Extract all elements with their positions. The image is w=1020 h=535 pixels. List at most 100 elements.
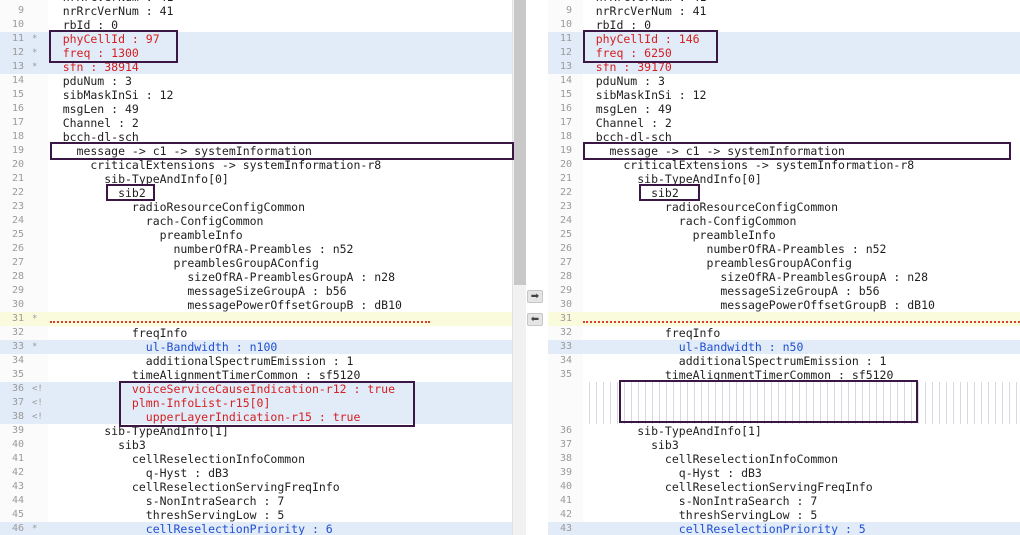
- code-line[interactable]: 14 pduNum : 3: [0, 74, 512, 88]
- line-number: 46: [11, 523, 24, 534]
- line-number: 25: [11, 229, 24, 240]
- code-line[interactable]: 29 messageSizeGroupA : b56: [0, 284, 512, 298]
- code-line[interactable]: 26 numberOfRA-Preambles : n52: [548, 242, 1020, 256]
- code-line[interactable]: 44 s-NonIntraSearch : 7: [0, 494, 512, 508]
- code-line[interactable]: 34 additionalSpectrumEmission : 1: [548, 354, 1020, 368]
- code-line[interactable]: 11 * phyCellId : 97: [0, 32, 512, 46]
- code-line[interactable]: 32 freqInfo: [548, 326, 1020, 340]
- code-line[interactable]: 21 sib-TypeAndInfo[0]: [548, 172, 1020, 186]
- code-line[interactable]: 10 rbId : 0: [548, 18, 1020, 32]
- code-line[interactable]: 17 Channel : 2: [548, 116, 1020, 130]
- code-line[interactable]: 20 criticalExtensions -> systemInformati…: [0, 158, 512, 172]
- scrollbar-thumb[interactable]: [514, 0, 526, 285]
- code-line[interactable]: 45 threshServingLow : 5: [0, 508, 512, 522]
- code-line[interactable]: 37 <! plmn-InfoList-r15[0]: [0, 396, 512, 410]
- code-text: threshServingLow : 5: [568, 508, 818, 522]
- code-line[interactable]: [548, 410, 1020, 424]
- code-line[interactable]: 39 sib-TypeAndInfo[1]: [0, 424, 512, 438]
- code-text: plmn-InfoList-r15[0]: [35, 396, 271, 410]
- code-text: sfn : 38914: [35, 60, 139, 74]
- code-line[interactable]: 23 radioResourceConfigCommon: [0, 200, 512, 214]
- code-line[interactable]: 26 numberOfRA-Preambles : n52: [0, 242, 512, 256]
- copy-to-left-button[interactable]: ⬅: [527, 313, 543, 326]
- copy-to-right-button[interactable]: ➡: [527, 290, 543, 303]
- code-line[interactable]: 28 sizeOfRA-PreamblesGroupA : n28: [548, 270, 1020, 284]
- code-text: cellReselectionServingFreqInfo: [35, 480, 340, 494]
- code-text: ul-Bandwidth : n100: [35, 340, 278, 354]
- change-marker: *: [32, 314, 38, 324]
- code-line[interactable]: 20 criticalExtensions -> systemInformati…: [548, 158, 1020, 172]
- code-line[interactable]: 42 threshServingLow : 5: [548, 508, 1020, 522]
- code-line[interactable]: 38 <! upperLayerIndication-r15 : true: [0, 410, 512, 424]
- code-line[interactable]: 13 sfn : 39170: [548, 60, 1020, 74]
- code-line[interactable]: 27 preamblesGroupAConfig: [0, 256, 512, 270]
- code-line[interactable]: 33 ul-Bandwidth : n50: [548, 340, 1020, 354]
- code-line[interactable]: 35 timeAlignmentTimerCommon : sf5120: [548, 368, 1020, 382]
- code-line[interactable]: 41 s-NonIntraSearch : 7: [548, 494, 1020, 508]
- code-line[interactable]: 33 * ul-Bandwidth : n100: [0, 340, 512, 354]
- code-line[interactable]: 43 cellReselectionServingFreqInfo: [0, 480, 512, 494]
- code-text: threshServingLow : 5: [35, 508, 285, 522]
- vertical-scrollbar[interactable]: [512, 0, 527, 535]
- code-text: preambleInfo: [35, 228, 243, 242]
- code-line[interactable]: 17 Channel : 2: [0, 116, 512, 130]
- code-line[interactable]: 36 <! voiceServiceCauseIndication-r12 : t…: [0, 382, 512, 396]
- code-line[interactable]: 32 freqInfo: [0, 326, 512, 340]
- line-number: 10: [11, 19, 24, 30]
- code-line[interactable]: 22 sib2: [548, 186, 1020, 200]
- code-line[interactable]: 19 message -> c1 -> systemInformation: [0, 144, 512, 158]
- code-line[interactable]: 30 messagePowerOffsetGroupB : dB10: [548, 298, 1020, 312]
- line-number: 13: [11, 61, 24, 72]
- code-line[interactable]: 15 sibMaskInSi : 12: [0, 88, 512, 102]
- code-line[interactable]: 9 nrRrcVerNum : 41: [0, 4, 512, 18]
- code-line[interactable]: 46 * cellReselectionPriority : 6: [0, 522, 512, 535]
- code-line[interactable]: 27 preamblesGroupAConfig: [548, 256, 1020, 270]
- code-line[interactable]: 21 sib-TypeAndInfo[0]: [0, 172, 512, 186]
- code-line[interactable]: 31 *: [0, 312, 512, 326]
- line-number: 39: [11, 425, 24, 436]
- code-text: cellReselectionInfoCommon: [35, 452, 306, 466]
- code-line[interactable]: 43 cellReselectionPriority : 5: [548, 522, 1020, 535]
- code-line[interactable]: 13 * sfn : 38914: [0, 60, 512, 74]
- code-line[interactable]: [548, 382, 1020, 396]
- code-line[interactable]: 14 pduNum : 3: [548, 74, 1020, 88]
- code-line[interactable]: 24 rach-ConfigCommon: [548, 214, 1020, 228]
- code-text: phyCellId : 146: [568, 32, 700, 46]
- code-line[interactable]: 40 sib3: [0, 438, 512, 452]
- code-line[interactable]: 28 sizeOfRA-PreamblesGroupA : n28: [0, 270, 512, 284]
- line-number: 43: [11, 481, 24, 492]
- code-line[interactable]: 24 rach-ConfigCommon: [0, 214, 512, 228]
- code-line[interactable]: 25 preambleInfo: [0, 228, 512, 242]
- code-line[interactable]: 16 msgLen : 49: [548, 102, 1020, 116]
- code-line[interactable]: 37 sib3: [548, 438, 1020, 452]
- code-line[interactable]: 40 cellReselectionServingFreqInfo: [548, 480, 1020, 494]
- code-text: Channel : 2: [568, 116, 672, 130]
- code-line[interactable]: 10 rbId : 0: [0, 18, 512, 32]
- code-line[interactable]: 12 * freq : 1300: [0, 46, 512, 60]
- code-line[interactable]: [548, 396, 1020, 410]
- code-line[interactable]: 39 q-Hyst : dB3: [548, 466, 1020, 480]
- code-text: Channel : 2: [35, 116, 139, 130]
- code-line[interactable]: 31: [548, 312, 1020, 326]
- code-line[interactable]: 22 sib2: [0, 186, 512, 200]
- code-line[interactable]: 9 nrRrcVerNum : 41: [548, 4, 1020, 18]
- code-line[interactable]: 38 cellReselectionInfoCommon: [548, 452, 1020, 466]
- code-line[interactable]: 19 message -> c1 -> systemInformation: [548, 144, 1020, 158]
- code-line[interactable]: 30 messagePowerOffsetGroupB : dB10: [0, 298, 512, 312]
- code-text: freqInfo: [35, 326, 188, 340]
- code-line[interactable]: 15 sibMaskInSi : 12: [548, 88, 1020, 102]
- code-line[interactable]: 18 bcch-dl-sch: [548, 130, 1020, 144]
- code-line[interactable]: 35 timeAlignmentTimerCommon : sf5120: [0, 368, 512, 382]
- line-number: 12: [11, 47, 24, 58]
- code-line[interactable]: 41 cellReselectionInfoCommon: [0, 452, 512, 466]
- code-line[interactable]: 12 freq : 6250: [548, 46, 1020, 60]
- code-line[interactable]: 34 additionalSpectrumEmission : 1: [0, 354, 512, 368]
- code-line[interactable]: 36 sib-TypeAndInfo[1]: [548, 424, 1020, 438]
- code-line[interactable]: 29 messageSizeGroupA : b56: [548, 284, 1020, 298]
- code-line[interactable]: 42 q-Hyst : dB3: [0, 466, 512, 480]
- code-line[interactable]: 11 phyCellId : 146: [548, 32, 1020, 46]
- code-line[interactable]: 18 bcch-dl-sch: [0, 130, 512, 144]
- code-line[interactable]: 23 radioResourceConfigCommon: [548, 200, 1020, 214]
- code-line[interactable]: 25 preambleInfo: [548, 228, 1020, 242]
- code-line[interactable]: 16 msgLen : 49: [0, 102, 512, 116]
